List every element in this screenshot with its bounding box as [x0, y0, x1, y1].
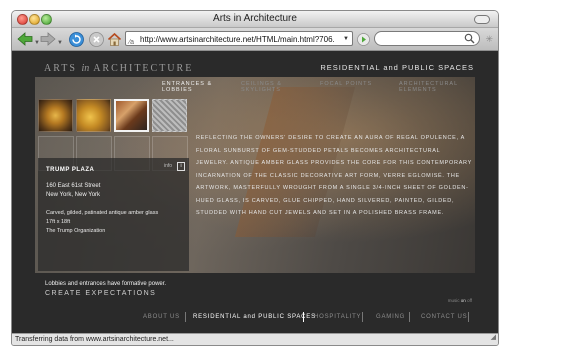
nav-separator [409, 312, 410, 322]
nav-about-us[interactable]: ABOUT US [143, 314, 180, 320]
music-label: music [447, 298, 460, 303]
nav-separator [303, 312, 304, 322]
stop-icon [88, 31, 104, 47]
description-line-2: 17ft x 18ft [46, 219, 71, 225]
search-input[interactable] [374, 31, 480, 46]
reload-icon [68, 31, 84, 47]
main-navigation: ABOUT US RESIDENTIAL and PUBLIC SPACES H… [12, 312, 498, 326]
logo-word-arts: ARTS [44, 63, 77, 74]
project-description: REFLECTING THE OWNERS' DESIRE TO CREATE … [196, 135, 472, 216]
info-link[interactable]: info [164, 163, 172, 169]
music-on-button[interactable]: on [461, 298, 466, 303]
thumbnail-lobby-selected[interactable] [114, 99, 149, 132]
address-line-2: New York, New York [46, 192, 101, 198]
sub-navigation: ENTRANCES & LOBBIES CEILINGS & SKYLIGHTS… [35, 77, 475, 97]
browser-window: Arts in Architecture ▼ ▼ ⁄a http://www.a… [11, 10, 499, 346]
subnav-label-line2: ELEMENTS [399, 87, 437, 93]
nav-separator [185, 312, 186, 322]
window-title: Arts in Architecture [213, 13, 297, 24]
resize-grip-icon[interactable]: ◢ [491, 332, 496, 344]
stop-button[interactable] [88, 31, 104, 47]
address-bar[interactable]: ⁄a http://www.artsinarchitecture.net/HTM… [125, 31, 353, 46]
url-history-dropdown-icon[interactable]: ▼ [343, 32, 349, 45]
thumbnail-detail[interactable] [152, 99, 187, 132]
subnav-entrances-lobbies[interactable]: ENTRANCES & LOBBIES [162, 81, 222, 93]
nav-residential-public-spaces[interactable]: RESIDENTIAL and PUBLIC SPACES [193, 314, 316, 320]
nav-hospitality[interactable]: HOSPITALITY [314, 314, 361, 320]
thumbnail-sunburst-1[interactable] [38, 99, 73, 132]
subnav-focal-points[interactable]: FOCAL POINTS [320, 81, 380, 87]
forward-button[interactable]: ▼ [38, 31, 63, 47]
nav-separator [362, 312, 363, 322]
subnav-architectural-elements[interactable]: ARCHITECTURAL ELEMENTS [399, 81, 459, 93]
nav-separator [468, 312, 469, 322]
project-name: TRUMP PLAZA [46, 167, 95, 173]
loading-spinner-icon: ✳ [485, 34, 493, 44]
home-icon [107, 32, 121, 46]
back-button[interactable]: ▼ [15, 31, 40, 47]
address-line-1: 160 East 61st Street [46, 183, 101, 189]
title-bar: Arts in Architecture [12, 11, 498, 28]
browser-toolbar: ▼ ▼ ⁄a http://www.artsinarchitecture.net… [12, 28, 498, 51]
nav-contact-us[interactable]: CONTACT US [421, 314, 467, 320]
music-toggle: music on off [448, 298, 472, 303]
site-logo[interactable]: ARTS in ARCHITECTURE [44, 63, 193, 74]
create-expectations-heading: CREATE EXPECTATIONS [45, 290, 157, 297]
subnav-label-line1: FOCAL POINTS [320, 81, 373, 87]
project-info-panel: TRUMP PLAZA info i 160 East 61st Street … [38, 158, 189, 271]
forward-arrow-icon [40, 32, 56, 46]
section-title: RESIDENTIAL and PUBLIC SPACES [320, 63, 474, 72]
nav-gaming[interactable]: GAMING [376, 314, 405, 320]
description-line-3: The Trump Organization [46, 228, 106, 234]
tagline: Lobbies and entrances have formative pow… [45, 281, 167, 287]
hero-panel: ENTRANCES & LOBBIES CEILINGS & SKYLIGHTS… [35, 77, 475, 273]
status-text: Transferring data from www.artsinarchite… [15, 336, 174, 343]
toolbar-toggle-button[interactable] [474, 15, 490, 24]
home-button[interactable] [106, 31, 122, 47]
web-page: ARTS in ARCHITECTURE RESIDENTIAL and PUB… [12, 51, 498, 333]
go-button[interactable] [356, 31, 370, 47]
description-line-1: Carved, gilded, patinated antique amber … [46, 210, 159, 216]
back-arrow-icon [17, 32, 33, 46]
logo-word-architecture: ARCHITECTURE [93, 63, 194, 74]
subnav-label-line2: LOBBIES [162, 87, 193, 93]
status-bar: Transferring data from www.artsinarchite… [12, 333, 498, 345]
logo-word-in: in [81, 63, 90, 74]
forward-history-icon[interactable]: ▼ [57, 40, 63, 46]
subnav-label-line2: SKYLIGHTS [241, 87, 281, 93]
url-text: http://www.artsinarchitecture.net/HTML/m… [140, 35, 335, 44]
info-icon[interactable]: i [177, 162, 185, 171]
search-icon[interactable] [464, 33, 475, 44]
reload-button[interactable] [68, 31, 84, 47]
page-favicon-icon: ⁄a [129, 39, 135, 46]
thumbnail-sunburst-2[interactable] [76, 99, 111, 132]
subnav-ceilings-skylights[interactable]: CEILINGS & SKYLIGHTS [241, 81, 301, 93]
go-arrow-icon [356, 32, 370, 46]
music-off-button[interactable]: off [467, 298, 472, 303]
